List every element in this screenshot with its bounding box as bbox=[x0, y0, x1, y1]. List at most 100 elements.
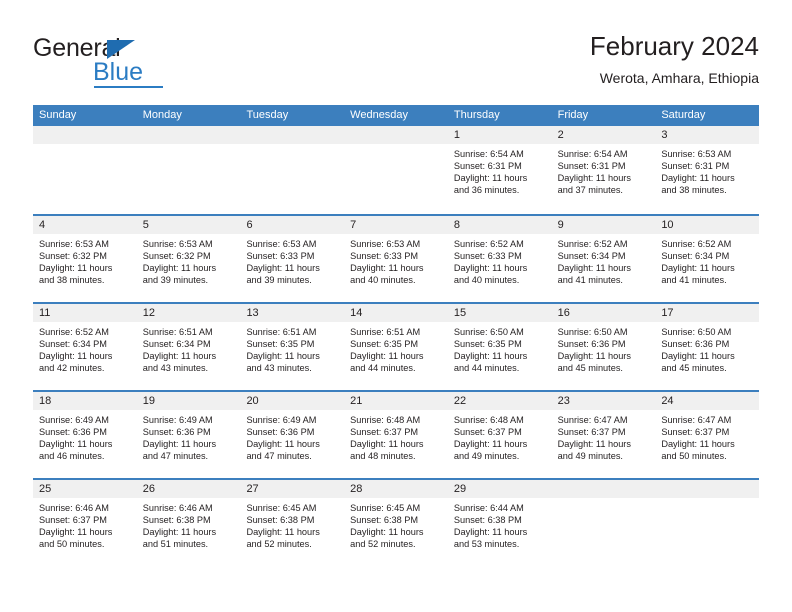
day-detail-line: and 52 minutes. bbox=[246, 539, 312, 550]
calendar-day-cell[interactable]: 19 Sunrise: 6:49 AM Sunset: 6:36 PM Dayligh… bbox=[136, 392, 241, 478]
calendar-cell-empty bbox=[344, 126, 448, 214]
day-detail-line: and 39 minutes. bbox=[142, 275, 209, 286]
day-details: Sunrise: 6:53 AM Sunset: 6:32 PM Daylight:… bbox=[33, 234, 137, 286]
day-number: 18 bbox=[33, 392, 137, 410]
day-detail-line: Sunrise: 6:51 AM bbox=[350, 327, 421, 337]
day-number: 10 bbox=[655, 216, 760, 234]
day-details: Sunrise: 6:46 AM Sunset: 6:37 PM Daylight:… bbox=[33, 498, 137, 550]
calendar-day-cell[interactable]: 16 Sunrise: 6:50 AM Sunset: 6:36 PM Dayligh… bbox=[551, 304, 656, 390]
day-detail-line: Daylight: 11 hours bbox=[453, 173, 528, 184]
calendar-day-cell[interactable]: 25 Sunrise: 6:46 AM Sunset: 6:37 PM Dayligh… bbox=[33, 480, 137, 566]
calendar-day-cell[interactable]: 14 Sunrise: 6:51 AM Sunset: 6:35 PM Dayligh… bbox=[344, 304, 448, 390]
calendar-day-cell[interactable]: 27 Sunrise: 6:45 AM Sunset: 6:38 PM Dayligh… bbox=[240, 480, 345, 566]
calendar-day-cell[interactable]: 1 Sunrise: 6:54 AM Sunset: 6:31 PM Daylight… bbox=[447, 126, 552, 214]
calendar-day-cell[interactable]: 13 Sunrise: 6:51 AM Sunset: 6:35 PM Dayligh… bbox=[240, 304, 345, 390]
calendar-day-cell[interactable]: 23 Sunrise: 6:47 AM Sunset: 6:37 PM Dayligh… bbox=[551, 392, 656, 478]
day-detail-line: Daylight: 11 hours bbox=[557, 351, 631, 362]
day-number: 6 bbox=[240, 216, 345, 234]
day-detail-line: and 38 minutes. bbox=[39, 275, 105, 286]
calendar-day-cell[interactable]: 2 Sunrise: 6:54 AM Sunset: 6:31 PM Daylight… bbox=[551, 126, 656, 214]
day-detail-line: Sunset: 6:38 PM bbox=[350, 515, 419, 526]
calendar-page: General Blue February 2024 Werota, Amhar… bbox=[0, 0, 792, 612]
day-detail-line: Daylight: 11 hours bbox=[453, 263, 528, 274]
calendar-day-cell[interactable]: 20 Sunrise: 6:49 AM Sunset: 6:36 PM Dayligh… bbox=[240, 392, 345, 478]
day-detail-line: Daylight: 11 hours bbox=[453, 351, 528, 362]
day-detail-line: Sunset: 6:38 PM bbox=[246, 515, 315, 526]
day-detail-line: Sunset: 6:37 PM bbox=[350, 427, 419, 438]
day-detail-line: Daylight: 11 hours bbox=[453, 439, 528, 450]
day-detail-line: Sunrise: 6:53 AM bbox=[246, 239, 317, 249]
day-detail-line: Sunset: 6:37 PM bbox=[661, 427, 730, 438]
calendar-day-cell[interactable]: 12 Sunrise: 6:51 AM Sunset: 6:34 PM Dayligh… bbox=[136, 304, 241, 390]
day-detail-line: Sunrise: 6:48 AM bbox=[453, 415, 524, 425]
day-detail-line: Sunset: 6:34 PM bbox=[557, 251, 626, 262]
calendar-day-cell[interactable]: 26 Sunrise: 6:46 AM Sunset: 6:38 PM Dayligh… bbox=[136, 480, 241, 566]
day-detail-line: Daylight: 11 hours bbox=[246, 439, 320, 450]
day-details: Sunrise: 6:49 AM Sunset: 6:36 PM Daylight:… bbox=[137, 410, 241, 462]
day-detail-line: Sunset: 6:32 PM bbox=[142, 251, 211, 262]
calendar-day-cell[interactable]: 29 Sunrise: 6:44 AM Sunset: 6:38 PM Dayligh… bbox=[447, 480, 552, 566]
day-detail-line: Daylight: 11 hours bbox=[350, 527, 424, 538]
day-detail-line: Sunrise: 6:51 AM bbox=[142, 327, 213, 337]
day-detail-line: Sunrise: 6:52 AM bbox=[661, 239, 732, 249]
calendar-week-row: 18 Sunrise: 6:49 AM Sunset: 6:36 PM Dayligh… bbox=[33, 390, 760, 478]
day-detail-line: Daylight: 11 hours bbox=[661, 263, 735, 274]
calendar-day-cell[interactable]: 6 Sunrise: 6:53 AM Sunset: 6:33 PM Daylight… bbox=[240, 216, 345, 302]
day-detail-line: Daylight: 11 hours bbox=[661, 173, 735, 184]
calendar-day-cell[interactable]: 9 Sunrise: 6:52 AM Sunset: 6:34 PM Daylight… bbox=[551, 216, 656, 302]
day-detail-line: Sunrise: 6:53 AM bbox=[661, 149, 732, 159]
day-detail-line: and 51 minutes. bbox=[142, 539, 209, 550]
day-number: 9 bbox=[551, 216, 656, 234]
day-detail-line: Sunrise: 6:47 AM bbox=[557, 415, 628, 425]
calendar-week-row: 1 Sunrise: 6:54 AM Sunset: 6:31 PM Daylight… bbox=[33, 126, 760, 214]
day-detail-line: Daylight: 11 hours bbox=[39, 351, 113, 362]
day-detail-line: and 45 minutes. bbox=[661, 363, 727, 374]
day-detail-line: Sunset: 6:31 PM bbox=[453, 161, 522, 172]
calendar-cell-empty bbox=[551, 480, 656, 566]
calendar-day-cell[interactable]: 3 Sunrise: 6:53 AM Sunset: 6:31 PM Daylight… bbox=[655, 126, 760, 214]
day-detail-line: Sunrise: 6:50 AM bbox=[557, 327, 628, 337]
day-detail-line: Sunrise: 6:54 AM bbox=[557, 149, 628, 159]
general-blue-logo: General Blue bbox=[33, 35, 263, 91]
day-detail-line: and 50 minutes. bbox=[661, 451, 727, 462]
calendar-day-cell[interactable]: 18 Sunrise: 6:49 AM Sunset: 6:36 PM Dayligh… bbox=[33, 392, 137, 478]
day-details: Sunrise: 6:47 AM Sunset: 6:37 PM Daylight:… bbox=[655, 410, 759, 462]
calendar-day-cell[interactable]: 21 Sunrise: 6:48 AM Sunset: 6:37 PM Dayligh… bbox=[344, 392, 448, 478]
calendar-day-cell[interactable]: 8 Sunrise: 6:52 AM Sunset: 6:33 PM Daylight… bbox=[447, 216, 552, 302]
day-detail-line: Daylight: 11 hours bbox=[246, 263, 320, 274]
calendar-day-cell[interactable]: 17 Sunrise: 6:50 AM Sunset: 6:36 PM Dayligh… bbox=[655, 304, 760, 390]
day-detail-line: Sunset: 6:36 PM bbox=[142, 427, 211, 438]
day-details: Sunrise: 6:46 AM Sunset: 6:38 PM Daylight:… bbox=[137, 498, 241, 550]
calendar-day-cell[interactable]: 4 Sunrise: 6:53 AM Sunset: 6:32 PM Daylight… bbox=[33, 216, 137, 302]
calendar-day-cell[interactable]: 11 Sunrise: 6:52 AM Sunset: 6:34 PM Dayligh… bbox=[33, 304, 137, 390]
day-number: 8 bbox=[447, 216, 552, 234]
day-number bbox=[240, 126, 345, 144]
calendar-day-cell[interactable]: 28 Sunrise: 6:45 AM Sunset: 6:38 PM Dayligh… bbox=[344, 480, 448, 566]
day-detail-line: Sunset: 6:31 PM bbox=[661, 161, 730, 172]
day-number: 28 bbox=[344, 480, 448, 498]
calendar-day-cell[interactable]: 7 Sunrise: 6:53 AM Sunset: 6:33 PM Daylight… bbox=[344, 216, 448, 302]
calendar-cell-empty bbox=[33, 126, 137, 214]
calendar-day-cell[interactable]: 24 Sunrise: 6:47 AM Sunset: 6:37 PM Dayligh… bbox=[655, 392, 760, 478]
calendar-day-cell[interactable]: 10 Sunrise: 6:52 AM Sunset: 6:34 PM Dayligh… bbox=[655, 216, 760, 302]
day-detail-line: Sunrise: 6:44 AM bbox=[453, 503, 524, 513]
day-number: 22 bbox=[447, 392, 552, 410]
day-detail-line: Sunset: 6:38 PM bbox=[453, 515, 522, 526]
day-number: 1 bbox=[447, 126, 552, 144]
day-detail-line: and 53 minutes. bbox=[453, 539, 520, 550]
logo-triangle-icon bbox=[107, 40, 135, 59]
day-number bbox=[344, 126, 448, 144]
day-detail-line: and 44 minutes. bbox=[453, 363, 520, 374]
calendar-day-cell[interactable]: 15 Sunrise: 6:50 AM Sunset: 6:35 PM Dayligh… bbox=[447, 304, 552, 390]
day-details: Sunrise: 6:53 AM Sunset: 6:33 PM Daylight:… bbox=[344, 234, 448, 286]
day-detail-line: Sunset: 6:32 PM bbox=[39, 251, 107, 262]
day-details: Sunrise: 6:52 AM Sunset: 6:34 PM Daylight:… bbox=[655, 234, 759, 286]
day-number: 25 bbox=[33, 480, 137, 498]
calendar-day-cell[interactable]: 5 Sunrise: 6:53 AM Sunset: 6:32 PM Daylight… bbox=[136, 216, 241, 302]
calendar-grid: Sunday Monday Tuesday Wednesday Thursday Frid… bbox=[33, 105, 760, 566]
weekday-header-wednesday: Wednesday bbox=[350, 109, 409, 121]
day-detail-line: Sunset: 6:36 PM bbox=[39, 427, 107, 438]
calendar-day-cell[interactable]: 22 Sunrise: 6:48 AM Sunset: 6:37 PM Dayligh… bbox=[447, 392, 552, 478]
day-number: 2 bbox=[551, 126, 656, 144]
day-details: Sunrise: 6:54 AM Sunset: 6:31 PM Daylight:… bbox=[448, 144, 552, 196]
